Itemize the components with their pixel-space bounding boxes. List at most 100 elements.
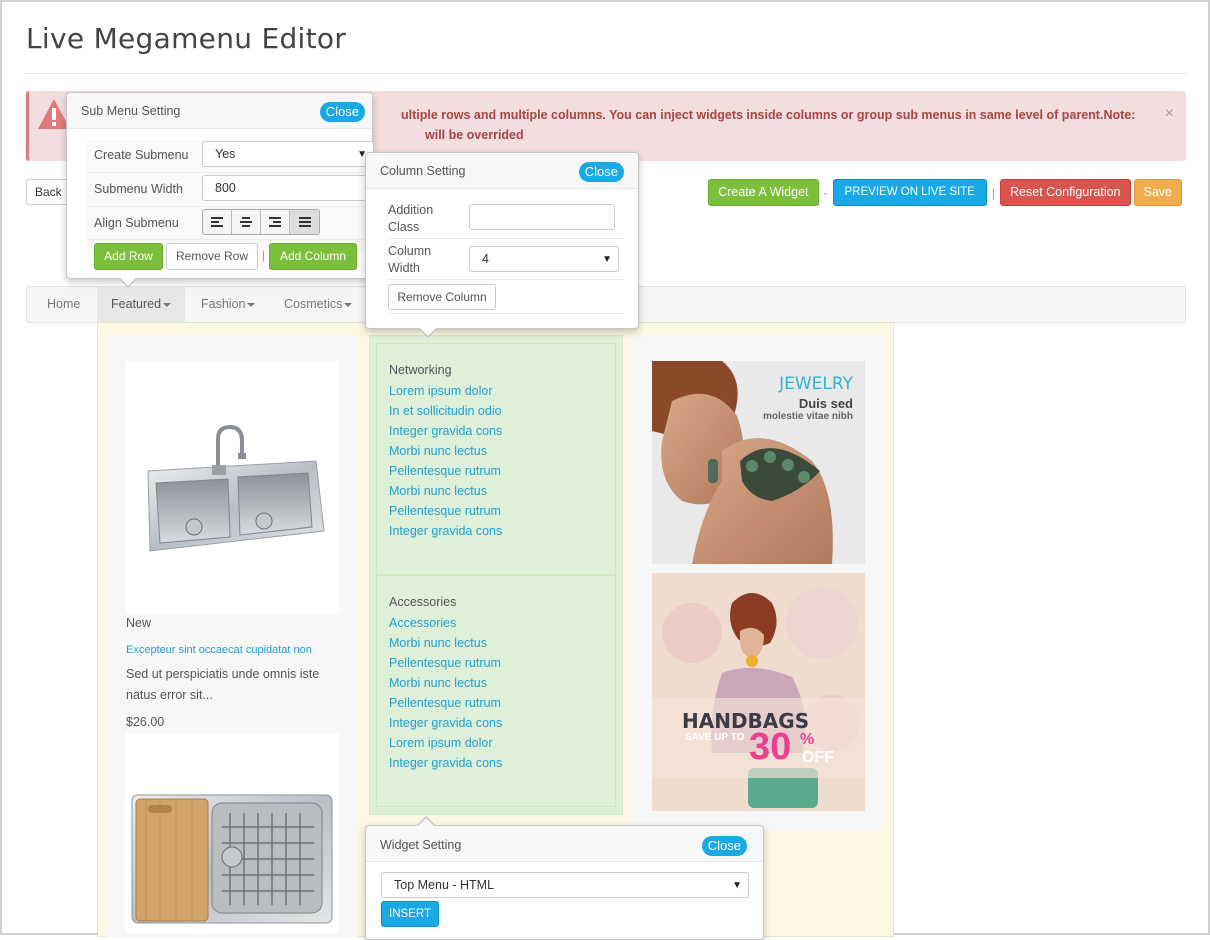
align-button-group [202,209,320,235]
list-item[interactable]: Pellentesque rutrum [389,461,502,481]
divider [386,238,624,239]
addition-class-label: Addition Class [388,202,433,236]
label-line: Addition [388,203,434,217]
list-item[interactable]: Pellentesque rutrum [389,653,502,673]
divider [26,73,1186,74]
reset-configuration-button[interactable]: Reset Configuration [1000,179,1131,206]
networking-links: Lorem ipsum dolor In et sollicitudin odi… [389,381,502,541]
list-item[interactable]: Pellentesque rutrum [389,501,502,521]
list-item[interactable]: Pellentesque rutrum [389,693,502,713]
networking-title: Networking [389,363,452,377]
sink-product-image[interactable] [126,361,339,614]
popover-arrow [119,278,137,288]
select-value: Yes [215,147,236,161]
align-right-button[interactable] [261,210,290,234]
accessories-title: Accessories [389,595,457,609]
nav-item-label: Fashion [201,297,246,311]
label-line: Width [388,261,420,275]
close-icon[interactable]: × [1165,105,1174,123]
list-item[interactable]: In et sollicitudin odio [389,401,502,421]
close-button[interactable]: Close [578,162,624,182]
nav-item-label: Cosmetics [284,297,343,311]
addition-class-input[interactable] [469,204,615,230]
list-item[interactable]: Morbi nunc lectus [389,481,502,501]
insert-button[interactable]: INSERT [381,901,439,927]
create-widget-button[interactable]: Create A Widget [708,179,819,206]
submenu-width-label: Submenu Width [94,182,183,196]
nav-item-label: Home [47,297,81,311]
alert-line-2: will be overrided [425,128,524,142]
popover-title: Sub Menu Setting [81,104,181,118]
list-item[interactable]: Integer gravida cons [389,753,502,773]
list-item[interactable]: Integer gravida cons [389,713,502,733]
remove-row-button[interactable]: Remove Row [166,243,258,270]
divider [87,239,372,240]
handbags-off: OFF [802,749,834,766]
caret-down-icon [344,302,353,307]
caret-down-icon [163,302,172,307]
handbags-banner[interactable]: HANDBAGS SAVE UP TO 30 % OFF [652,573,865,811]
remove-column-button[interactable]: Remove Column [388,284,496,310]
jewelry-caption: molestie vitae nibh [762,411,853,422]
label-line: Column [388,244,432,258]
popover-title: Column Setting [380,164,466,178]
alert-text: ultiple rows and multiple columns. You c… [401,105,1161,145]
back-button[interactable]: Back [26,179,70,205]
accessories-links: Accessories Morbi nunc lectus Pellentesq… [389,613,502,773]
divider [386,279,624,280]
column-width-select[interactable]: 4 ▼ [469,246,619,272]
sink-product-image-2[interactable] [126,733,339,933]
separator: | [262,248,266,262]
divider [386,313,624,314]
popover-header: Widget Setting Close [366,826,763,862]
label-line: Class [388,220,420,234]
close-button[interactable]: Close [319,102,365,122]
caret-down-icon [247,302,256,307]
align-center-icon [240,217,252,227]
product-link[interactable]: Excepteur sint occaecat cupidatat non [126,644,312,656]
toolbar: Create A Widget - PREVIEW ON LIVE SITE |… [708,179,1182,206]
align-left-button[interactable] [203,210,232,234]
separator: - [823,185,828,200]
list-item[interactable]: Lorem ipsum dolor [389,733,502,753]
list-item[interactable]: Lorem ipsum dolor [389,381,502,401]
close-button[interactable]: Close [701,836,747,856]
list-item[interactable]: Integer gravida cons [389,521,502,541]
add-column-button[interactable]: Add Column [269,243,357,270]
align-justify-button[interactable] [290,210,319,234]
nav-item-cosmetics[interactable]: Cosmetics [270,287,366,322]
align-justify-icon [298,217,311,227]
list-item[interactable]: Morbi nunc lectus [389,673,502,693]
jewelry-subtitle: Duis sed [798,396,853,411]
align-left-icon [211,217,223,227]
create-submenu-select[interactable]: Yes ▼ [202,141,374,167]
divider [87,206,372,207]
list-item[interactable]: Integer gravida cons [389,421,502,441]
align-submenu-label: Align Submenu [94,216,179,230]
list-item[interactable]: Morbi nunc lectus [389,441,502,461]
widget-select[interactable]: Top Menu - HTML ▼ [381,872,749,898]
popover-title: Widget Setting [380,838,462,852]
jewelry-banner[interactable]: JEWELRY Duis sed molestie vitae nibh [652,361,865,564]
popover-arrow [417,816,435,826]
popover-arrow [419,328,437,338]
jewelry-title: JEWELRY [779,374,853,394]
list-item[interactable]: Morbi nunc lectus [389,633,502,653]
align-center-button[interactable] [232,210,261,234]
add-row-button[interactable]: Add Row [94,243,163,270]
create-submenu-label: Create Submenu [94,148,189,162]
product-description: Sed ut perspiciatis unde omnis iste natu… [126,667,320,702]
submenu-width-input[interactable]: 800 [202,175,374,201]
sink-image [131,794,333,924]
dropdown-arrow-icon: ▼ [602,254,612,265]
popover-header: Sub Menu Setting Close [67,93,372,129]
align-right-icon [269,217,281,227]
handbags-percent: 30 [749,726,792,768]
nav-item-fashion[interactable]: Fashion [187,287,269,322]
preview-live-site-button[interactable]: PREVIEW ON LIVE SITE [832,179,987,206]
save-button[interactable]: Save [1133,179,1182,206]
nav-item-home[interactable]: Home [33,287,94,322]
list-item[interactable]: Accessories [389,613,502,633]
dropdown-arrow-icon: ▼ [732,880,742,891]
nav-item-featured[interactable]: Featured [97,287,186,322]
